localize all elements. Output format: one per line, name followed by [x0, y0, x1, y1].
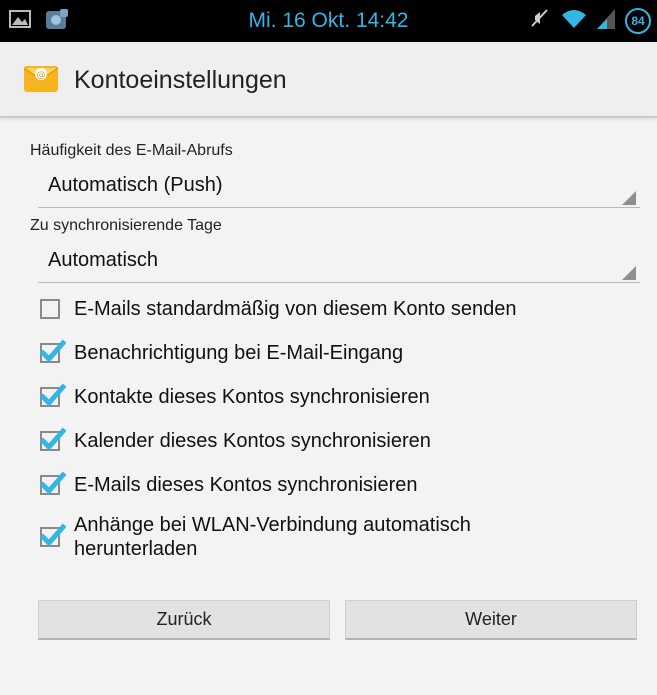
sync-days-value: Automatisch — [48, 249, 159, 271]
wifi-icon — [561, 7, 587, 34]
dropdown-arrow-icon — [622, 266, 636, 280]
fetch-frequency-label: Häufigkeit des E-Mail-Abrufs — [30, 142, 233, 159]
option-notify-new-mail[interactable]: Benachrichtigung bei E-Mail-Eingang — [40, 339, 640, 365]
signal-icon — [597, 7, 615, 34]
dropdown-arrow-icon — [622, 191, 636, 205]
dropdown-underline — [38, 282, 640, 283]
mute-icon — [529, 6, 551, 35]
status-bar: Mi. 16 Okt. 14:42 84 — [0, 0, 657, 42]
fetch-frequency-value: Automatisch (Push) — [48, 174, 223, 196]
back-button[interactable]: Zurück — [38, 600, 330, 640]
checkbox[interactable] — [40, 523, 66, 547]
checkmark-icon — [40, 383, 66, 407]
checkbox[interactable] — [40, 471, 66, 495]
sync-days-label: Zu synchronisierende Tage — [30, 217, 222, 234]
option-auto-download-attachments[interactable]: Anhänge bei WLAN-Verbindung automatisch … — [40, 513, 560, 561]
option-label: Anhänge bei WLAN-Verbindung automatisch … — [74, 514, 471, 560]
checkmark-icon — [40, 471, 66, 495]
option-label: E-Mails dieses Kontos synchronisieren — [74, 474, 418, 496]
checkbox[interactable] — [40, 299, 60, 319]
option-send-default[interactable]: E-Mails standardmäßig von diesem Konto s… — [40, 297, 640, 321]
fetch-frequency-dropdown[interactable]: Automatisch (Push) — [38, 166, 640, 208]
battery-icon: 84 — [625, 7, 651, 34]
sync-days-dropdown[interactable]: Automatisch — [38, 241, 640, 283]
action-bar: @ Kontoeinstellungen — [0, 42, 657, 118]
checkbox[interactable] — [40, 383, 66, 407]
option-sync-calendar[interactable]: Kalender dieses Kontos synchronisieren — [40, 427, 640, 453]
option-sync-contacts[interactable]: Kontakte dieses Kontos synchronisieren — [40, 383, 640, 409]
option-label: E-Mails standardmäßig von diesem Konto s… — [74, 298, 517, 320]
option-label: Kontakte dieses Kontos synchronisieren — [74, 386, 430, 408]
next-button[interactable]: Weiter — [345, 600, 637, 640]
checkmark-icon — [40, 523, 66, 547]
email-app-icon: @ — [22, 60, 60, 101]
checkbox[interactable] — [40, 427, 66, 451]
checkbox[interactable] — [40, 339, 66, 363]
option-sync-emails[interactable]: E-Mails dieses Kontos synchronisieren — [40, 471, 640, 497]
option-label: Benachrichtigung bei E-Mail-Eingang — [74, 342, 404, 364]
checkmark-icon — [40, 427, 66, 451]
page-title: Kontoeinstellungen — [74, 66, 287, 94]
svg-text:@: @ — [37, 71, 46, 81]
checkmark-icon — [40, 339, 66, 363]
dropdown-underline — [38, 207, 640, 208]
status-bar-right-icons: 84 — [529, 6, 651, 35]
option-label: Kalender dieses Kontos synchronisieren — [74, 430, 431, 452]
